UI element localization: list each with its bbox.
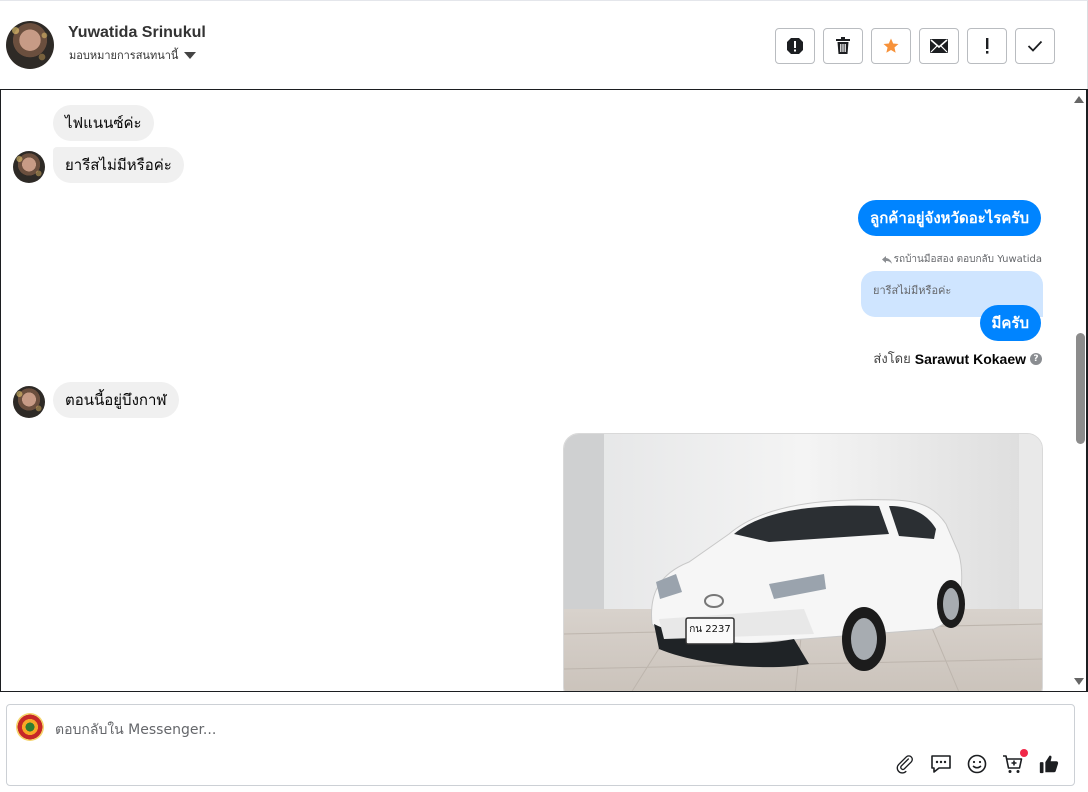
incoming-message[interactable]: ยารีสไม่มีหรือค่ะ xyxy=(53,147,184,183)
sender-avatar[interactable] xyxy=(13,386,45,418)
car-photo-attachment[interactable]: กน 2237 xyxy=(563,433,1043,691)
saved-replies-button[interactable] xyxy=(928,751,954,777)
incoming-message[interactable]: ไฟแนนซ์ค่ะ xyxy=(53,105,154,141)
follow-up-button[interactable] xyxy=(967,28,1007,64)
contact-avatar[interactable] xyxy=(6,21,54,69)
shop-cart-icon xyxy=(1003,755,1023,773)
message-thread[interactable]: ไฟแนนซ์ค่ะ ยารีสไม่มีหรือค่ะ ลูกค้าอยู่จ… xyxy=(0,89,1088,692)
caret-down-icon xyxy=(184,51,197,59)
sender-avatar[interactable] xyxy=(13,151,45,183)
scroll-down-arrow[interactable] xyxy=(1074,678,1084,685)
mark-done-button[interactable] xyxy=(1015,28,1055,64)
saved-reply-icon xyxy=(931,755,951,773)
composer-toolbar xyxy=(892,749,1062,777)
car-photo: กน 2237 xyxy=(564,434,1042,691)
contact-name[interactable]: Yuwatida Srinukul xyxy=(68,24,206,42)
reply-arrow-icon xyxy=(881,255,892,264)
reply-input[interactable]: ตอบกลับใน Messenger... xyxy=(55,719,855,741)
conversation-toolbar xyxy=(775,28,1055,64)
delete-button[interactable] xyxy=(823,28,863,64)
reply-context: รถบ้านมือสอง ตอบกลับ Yuwatida xyxy=(881,252,1042,267)
reply-context-text: รถบ้านมือสอง ตอบกลับ Yuwatida xyxy=(893,254,1042,265)
outgoing-message[interactable]: ลูกค้าอยู่จังหวัดอะไรครับ xyxy=(858,200,1041,236)
sent-by-name: Sarawut Kokaew xyxy=(914,350,1026,367)
notification-dot xyxy=(1020,749,1028,757)
paperclip-icon xyxy=(896,755,913,774)
exclamation-icon xyxy=(986,38,989,54)
thumbs-up-icon xyxy=(1039,755,1059,774)
star-button[interactable] xyxy=(871,28,911,64)
emoji-icon xyxy=(967,754,987,774)
check-icon xyxy=(1027,40,1043,52)
sent-by-line: ส่งโดย Sarawut Kokaew ? xyxy=(873,348,1042,369)
license-plate-text: กน 2237 xyxy=(689,624,731,635)
incoming-message[interactable]: ตอนนี้อยู่บึงกาฬ xyxy=(53,382,179,418)
page-avatar xyxy=(16,713,44,741)
report-spam-icon xyxy=(787,38,803,54)
assign-label: มอบหมายการสนทนานี้ xyxy=(69,49,179,62)
scrollbar-thumb[interactable] xyxy=(1076,333,1085,444)
star-icon xyxy=(883,38,899,53)
like-button[interactable] xyxy=(1036,751,1062,777)
sent-by-prefix: ส่งโดย xyxy=(873,352,911,367)
attach-button[interactable] xyxy=(892,751,918,777)
envelope-icon xyxy=(930,39,948,53)
help-icon[interactable]: ? xyxy=(1030,352,1042,365)
emoji-button[interactable] xyxy=(964,751,990,777)
scroll-up-arrow[interactable] xyxy=(1074,96,1084,103)
reply-composer: ตอบกลับใน Messenger... xyxy=(6,704,1075,786)
mark-unread-button[interactable] xyxy=(919,28,959,64)
conversation-header: Yuwatida Srinukul มอบหมายการสนทนานี้ xyxy=(0,0,1088,90)
report-spam-button[interactable] xyxy=(775,28,815,64)
outgoing-message[interactable]: มีครับ xyxy=(979,305,1041,341)
shop-button[interactable] xyxy=(1000,749,1028,777)
assign-conversation-dropdown[interactable]: มอบหมายการสนทนานี้ xyxy=(69,46,197,64)
trash-icon xyxy=(836,37,850,54)
